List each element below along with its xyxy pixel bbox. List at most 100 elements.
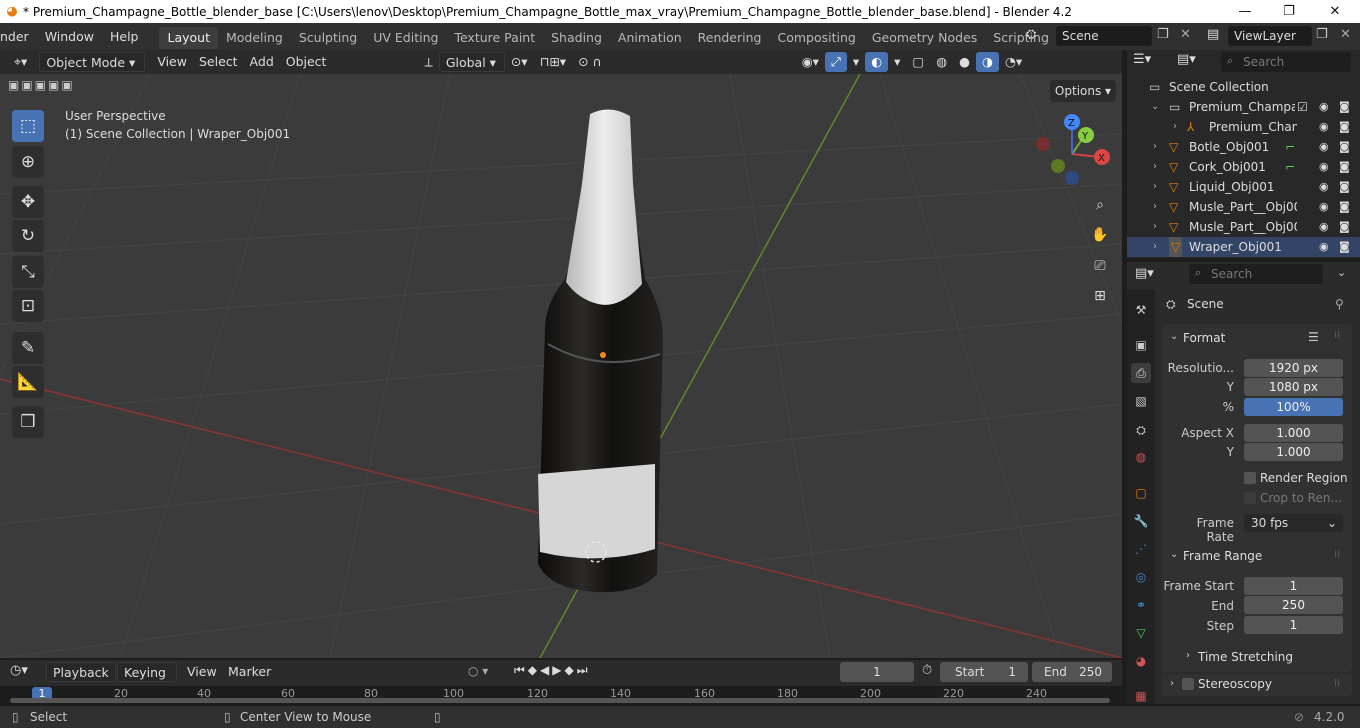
close-window-button[interactable]: ✕	[1312, 0, 1358, 23]
view-layer-icon[interactable]: ▤	[1207, 27, 1219, 42]
aspect-x-field[interactable]: 1.000	[1244, 424, 1343, 442]
wireframe-shading-icon[interactable]: ◍	[930, 52, 953, 72]
eye-icon[interactable]: ◉	[1319, 137, 1329, 157]
tab-sculpting[interactable]: Sculpting	[291, 27, 365, 49]
playback-menu[interactable]: Playback ▾	[46, 662, 116, 700]
outliner-search-input[interactable]: Search	[1221, 52, 1351, 72]
scene-selector[interactable]: Scene	[1056, 26, 1152, 46]
aspect-y-field[interactable]: 1.000	[1244, 443, 1343, 461]
outliner-row[interactable]: ⌄ ▭ Premium_Champag ☑ ◉ ◙	[1127, 97, 1360, 117]
maximize-button[interactable]: ❐	[1266, 0, 1312, 23]
orientation-dropdown[interactable]: Global ▾	[438, 52, 505, 72]
tab-texture-paint[interactable]: Texture Paint	[446, 27, 543, 49]
format-section-title[interactable]: Format	[1183, 331, 1225, 345]
start-frame-field[interactable]: Start 1	[940, 662, 1028, 682]
tool-tab-icon[interactable]: ⚒	[1131, 300, 1151, 320]
overlay-toggle-icon[interactable]: ◐	[865, 52, 889, 72]
overlay-dropdown-icon[interactable]: ▾	[888, 52, 906, 72]
constraints-tab-icon[interactable]: ⚭	[1131, 595, 1151, 615]
expand-chevron-icon[interactable]: ›	[1153, 217, 1157, 237]
eye-icon[interactable]: ◉	[1319, 237, 1329, 257]
eye-icon[interactable]: ◉	[1319, 97, 1329, 117]
modifier-tab-icon[interactable]: 🔧	[1131, 511, 1151, 531]
keying-menu[interactable]: Keying ▾	[117, 662, 177, 700]
view-layer-selector[interactable]: ViewLayer	[1228, 26, 1312, 46]
editor-type-icon[interactable]: ⌖▾	[8, 52, 33, 72]
move-tool-icon[interactable]: ✥	[12, 186, 44, 218]
stereoscopy-title[interactable]: Stereoscopy	[1198, 677, 1272, 691]
scene-icon[interactable]: ⛭	[1026, 27, 1050, 45]
stopwatch-icon[interactable]: ⏱	[922, 663, 932, 678]
tab-animation[interactable]: Animation	[610, 27, 690, 49]
expand-chevron-icon[interactable]: ⌄	[1151, 97, 1159, 117]
display-mode-icon[interactable]: ▤▾	[1177, 52, 1196, 67]
annotate-tool-icon[interactable]: ✎	[12, 332, 44, 364]
camera-icon[interactable]: ◙	[1339, 137, 1350, 157]
render-tab-icon[interactable]: ▣	[1131, 335, 1151, 355]
camera-icon[interactable]: ◙	[1339, 197, 1350, 217]
expand-chevron-icon[interactable]: ›	[1173, 117, 1177, 137]
tab-layout[interactable]: Layout	[159, 27, 218, 49]
gizmo-dropdown-icon[interactable]: ▾	[847, 52, 865, 72]
expand-chevron-icon[interactable]: ›	[1153, 137, 1157, 157]
delete-view-layer-icon[interactable]: ✕	[1340, 27, 1351, 42]
orientation-icon[interactable]: ⟂	[418, 52, 438, 72]
checkbox-icon[interactable]: ☑	[1297, 97, 1308, 117]
expand-chevron-icon[interactable]: ›	[1153, 197, 1157, 217]
material-shading-icon[interactable]: ◑	[976, 52, 999, 72]
outliner-row[interactable]: › ▽ Botle_Obj001 ⌐ ◉ ◙	[1127, 137, 1360, 157]
drag-handle-icon[interactable]: ⁞⁞	[1334, 549, 1340, 560]
tab-compositing[interactable]: Compositing	[769, 27, 863, 49]
tab-rendering[interactable]: Rendering	[690, 27, 770, 49]
new-view-layer-icon[interactable]: ❐	[1316, 27, 1328, 42]
playback-controls[interactable]: ⏮◆◀▶◆⏭	[514, 663, 591, 678]
physics-tab-icon[interactable]: ◎	[1131, 567, 1151, 587]
expand-chevron-icon[interactable]: ›	[1153, 157, 1157, 177]
timeline-view-menu[interactable]: View	[181, 662, 223, 682]
menu-window[interactable]: Window	[37, 23, 102, 50]
menu-select[interactable]: Select	[193, 52, 244, 72]
texture-tab-icon[interactable]: ▦	[1131, 686, 1151, 706]
add-cube-tool-icon[interactable]: ❒	[12, 406, 44, 438]
camera-icon[interactable]: ◙	[1339, 177, 1350, 197]
3d-viewport[interactable]: User Perspective (1) Scene Collection | …	[0, 74, 1122, 658]
navigation-gizmo[interactable]: X Y Z	[1030, 114, 1120, 194]
solid-shading-icon[interactable]: ●	[953, 52, 976, 72]
gizmo-toggle-icon[interactable]: ⤢	[824, 52, 847, 72]
snap-icon[interactable]: ⊓⊞▾	[534, 52, 573, 72]
menu-object[interactable]: Object	[280, 52, 333, 72]
camera-icon[interactable]: ◙	[1339, 117, 1350, 137]
rendered-shading-icon[interactable]: ◔▾	[999, 52, 1028, 72]
eye-icon[interactable]: ◉	[1319, 177, 1329, 197]
select-box-tool-icon[interactable]: ⬚	[12, 110, 44, 142]
marker-menu[interactable]: Marker	[222, 662, 277, 682]
resolution-x-field[interactable]: 1920 px	[1244, 359, 1343, 377]
delete-scene-icon[interactable]: ✕	[1180, 27, 1191, 42]
menu-render[interactable]: nder	[0, 23, 37, 50]
outliner-row-selected[interactable]: › ▽ Wraper_Obj001 ◉ ◙	[1127, 237, 1360, 257]
xray-icon[interactable]: ▢	[906, 52, 930, 72]
frame-end-field[interactable]: 250	[1244, 596, 1343, 614]
outliner-scene-collection[interactable]: ▭ Scene Collection	[1127, 77, 1360, 97]
tab-geometry-nodes[interactable]: Geometry Nodes	[864, 27, 985, 49]
champagne-bottle[interactable]	[0, 74, 1122, 658]
time-stretching-title[interactable]: Time Stretching	[1198, 650, 1293, 664]
material-tab-icon[interactable]: ◕	[1131, 651, 1151, 671]
render-region-checkbox[interactable]	[1244, 472, 1256, 484]
rotate-tool-icon[interactable]: ↻	[12, 220, 44, 252]
camera-icon[interactable]: ◙	[1339, 97, 1350, 117]
camera-icon[interactable]: ◙	[1339, 237, 1350, 257]
output-tab-icon[interactable]: ⎙	[1131, 363, 1151, 383]
outliner-row[interactable]: › ▽ Cork_Obj001 ⌐ ◉ ◙	[1127, 157, 1360, 177]
measure-tool-icon[interactable]: 📐	[12, 366, 44, 398]
scale-tool-icon[interactable]: ⤡	[12, 256, 44, 288]
visibility-icon[interactable]: ◉▾	[796, 52, 825, 72]
new-scene-icon[interactable]: ❐	[1157, 27, 1169, 42]
auto-keying-icon[interactable]: ○ ▾	[468, 664, 488, 678]
object-tab-icon[interactable]: ▢	[1131, 483, 1151, 503]
camera-icon[interactable]: ◙	[1339, 157, 1350, 177]
menu-help[interactable]: Help	[102, 23, 147, 50]
timeline-ruler[interactable]: 1 20 40 60 80 100 120 140 160 180 200 22…	[0, 686, 1122, 704]
outliner-row[interactable]: › ⅄ Premium_Cham ◉ ◙	[1127, 117, 1360, 137]
menu-view[interactable]: View	[151, 52, 193, 72]
